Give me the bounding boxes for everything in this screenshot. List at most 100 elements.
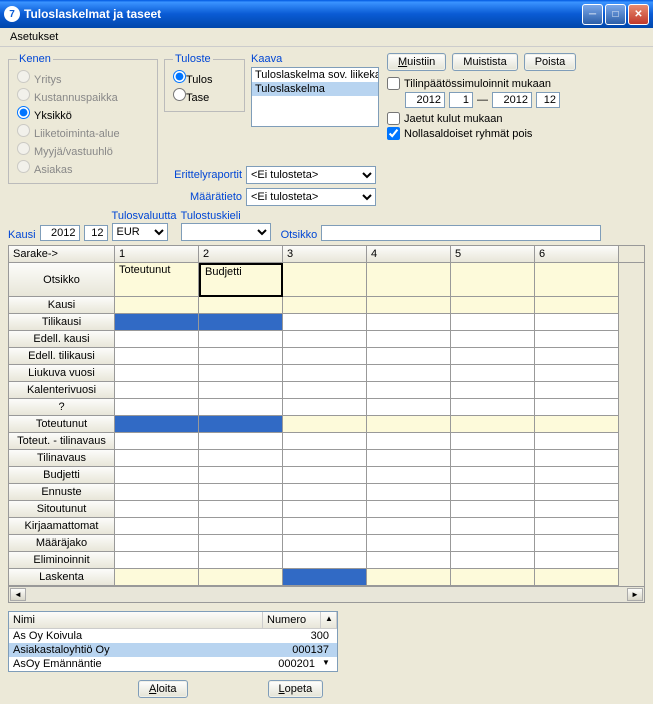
grid-cell[interactable] [283, 501, 367, 518]
grid-cell[interactable] [199, 501, 283, 518]
row-header[interactable]: Edell. tilikausi [9, 348, 115, 365]
grid-cell[interactable] [367, 382, 451, 399]
row-header[interactable]: Eliminoinnit [9, 552, 115, 569]
grid-cell[interactable] [283, 535, 367, 552]
grid-cell[interactable] [283, 433, 367, 450]
close-button[interactable]: ✕ [628, 4, 649, 25]
grid-cell[interactable] [367, 535, 451, 552]
grid-cell[interactable] [199, 467, 283, 484]
listbox-kaava[interactable]: Tuloslaskelma sov. liikekaava Tuloslaske… [251, 67, 379, 127]
otsikko-input[interactable] [321, 225, 601, 241]
poista-button[interactable]: Poista [524, 53, 577, 71]
grid-cell[interactable] [199, 484, 283, 501]
grid-cell[interactable] [199, 450, 283, 467]
grid-cell[interactable] [535, 399, 619, 416]
row-header[interactable]: Kalenterivuosi [9, 382, 115, 399]
grid-cell[interactable] [535, 416, 619, 433]
year2-input[interactable] [492, 92, 532, 108]
radio-yksikko[interactable] [17, 106, 30, 119]
row-header[interactable]: Laskenta [9, 569, 115, 586]
grid-cell[interactable] [199, 416, 283, 433]
grid-cell[interactable] [367, 348, 451, 365]
grid-cell[interactable] [199, 433, 283, 450]
grid-cell[interactable] [451, 348, 535, 365]
grid-cell[interactable] [367, 314, 451, 331]
grid-cell[interactable] [115, 501, 199, 518]
grid-cell[interactable] [367, 331, 451, 348]
grid-cell[interactable] [115, 484, 199, 501]
grid-cell[interactable] [283, 314, 367, 331]
grid-cell[interactable] [367, 518, 451, 535]
grid-cell[interactable] [451, 399, 535, 416]
row-header[interactable]: Tilikausi [9, 314, 115, 331]
row-header[interactable]: Määräjako [9, 535, 115, 552]
grid-cell[interactable] [283, 399, 367, 416]
grid-cell[interactable] [283, 348, 367, 365]
grid-cell[interactable] [115, 382, 199, 399]
grid-cell[interactable] [451, 467, 535, 484]
grid-cell[interactable] [367, 501, 451, 518]
grid-cell[interactable] [115, 518, 199, 535]
grid-cell[interactable] [283, 569, 367, 586]
grid-cell[interactable] [283, 297, 367, 314]
btm-h-nimi[interactable]: Nimi [9, 612, 263, 628]
minimize-button[interactable]: ─ [582, 4, 603, 25]
muistista-button[interactable]: Muistista [452, 53, 517, 71]
grid-cell[interactable] [535, 501, 619, 518]
grid-cell[interactable] [283, 552, 367, 569]
grid-cell[interactable]: Budjetti [199, 263, 283, 297]
row-header[interactable]: Tilinavaus [9, 450, 115, 467]
grid-cell[interactable] [367, 297, 451, 314]
grid-cell[interactable] [283, 467, 367, 484]
grid-cell[interactable] [115, 416, 199, 433]
grid-cell[interactable] [115, 433, 199, 450]
grid-cell[interactable] [535, 331, 619, 348]
scroll-up-icon[interactable]: ▲ [321, 612, 337, 628]
grid-cell[interactable] [535, 382, 619, 399]
grid-cell[interactable] [283, 518, 367, 535]
grid-cell[interactable] [283, 263, 367, 297]
grid-cell[interactable] [451, 382, 535, 399]
maaratieto-select[interactable]: <Ei tulosteta> [246, 188, 376, 206]
kaava-item-0[interactable]: Tuloslaskelma sov. liikekaava [252, 68, 378, 82]
grid-cell[interactable] [451, 552, 535, 569]
grid-cell[interactable] [115, 467, 199, 484]
row-header[interactable]: Budjetti [9, 467, 115, 484]
grid-cell[interactable] [451, 450, 535, 467]
grid-cell[interactable] [367, 450, 451, 467]
kaava-item-1[interactable]: Tuloslaskelma [252, 82, 378, 96]
grid-cell[interactable] [535, 467, 619, 484]
month2-input[interactable] [536, 92, 560, 108]
grid-cell[interactable] [451, 535, 535, 552]
grid-cell[interactable] [367, 433, 451, 450]
lopeta-button[interactable]: Lopeta [268, 680, 324, 698]
grid-cell[interactable] [535, 552, 619, 569]
muistiin-button[interactable]: Muistiin [387, 53, 446, 71]
grid-cell[interactable] [451, 433, 535, 450]
grid-cell[interactable] [535, 297, 619, 314]
grid-cell[interactable] [115, 552, 199, 569]
grid-cell[interactable] [367, 552, 451, 569]
grid-cell[interactable] [367, 399, 451, 416]
scroll-down-icon[interactable]: ▼ [319, 658, 333, 670]
row-header[interactable]: Kirjaamattomat [9, 518, 115, 535]
kausi-month[interactable] [84, 225, 108, 241]
kausi-year[interactable] [40, 225, 80, 241]
grid-cell[interactable] [451, 263, 535, 297]
grid-cell[interactable] [367, 484, 451, 501]
grid-cell[interactable] [535, 484, 619, 501]
grid-cell[interactable] [115, 348, 199, 365]
grid-cell[interactable] [367, 263, 451, 297]
grid-cell[interactable] [199, 535, 283, 552]
grid-cell[interactable] [199, 365, 283, 382]
chk-jaetut[interactable] [387, 112, 400, 125]
grid-cell[interactable] [199, 552, 283, 569]
h-scrollbar[interactable]: ◄ ► [8, 587, 645, 603]
maximize-button[interactable]: □ [605, 4, 626, 25]
grid-cell[interactable] [451, 331, 535, 348]
grid-cell[interactable] [199, 314, 283, 331]
grid-cell[interactable] [535, 433, 619, 450]
grid-cell[interactable] [115, 297, 199, 314]
tulosvaluutta-select[interactable]: EUR [112, 223, 168, 241]
grid-cell[interactable] [115, 314, 199, 331]
